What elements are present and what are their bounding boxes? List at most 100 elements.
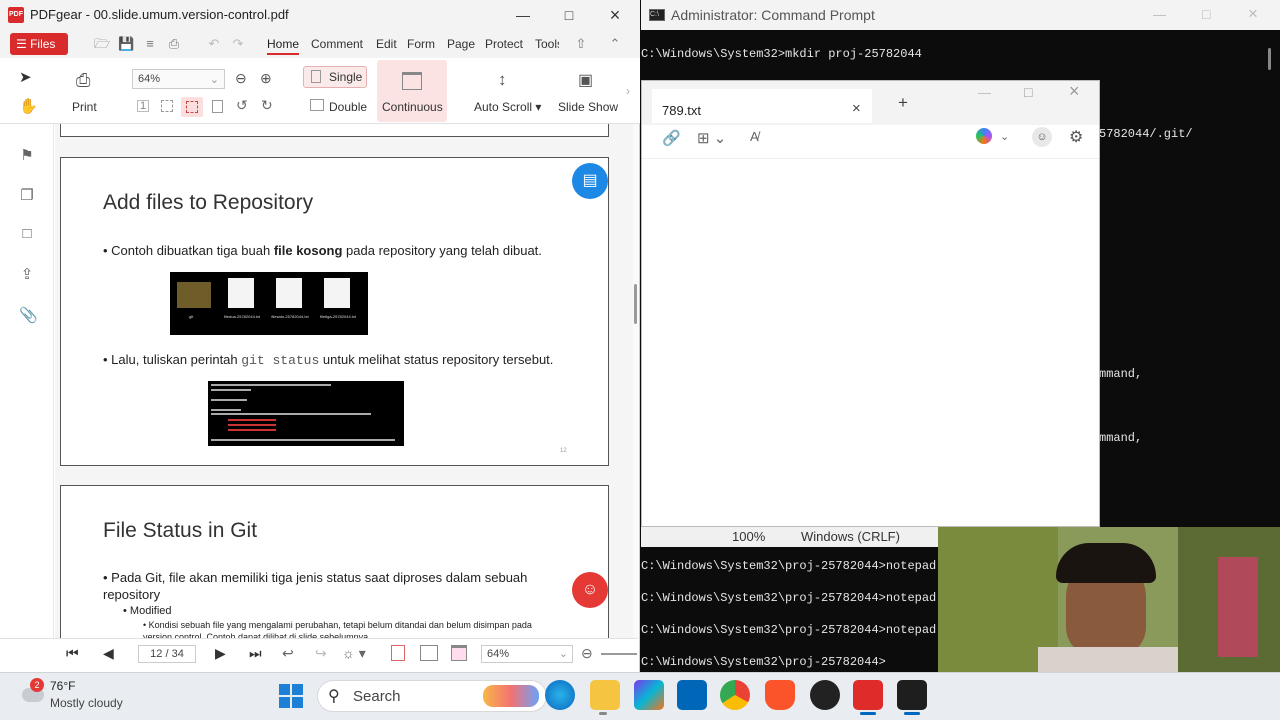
close-icon[interactable]: ×: [592, 0, 638, 30]
bookmark-icon[interactable]: ⚑: [19, 146, 35, 164]
edge-browser-icon[interactable]: [545, 680, 575, 710]
single-view-icon[interactable]: [391, 645, 405, 661]
rotate-left-icon[interactable]: ↺: [236, 97, 248, 114]
pdfgear-taskbar-icon[interactable]: [853, 680, 883, 710]
single-page-button[interactable]: Single: [303, 66, 367, 88]
taskbar-search-box[interactable]: ⚲ Search: [317, 680, 547, 712]
slide-bullet: • Pada Git, file akan memiliki tiga jeni…: [103, 570, 528, 602]
slide-show-icon[interactable]: ▣: [578, 70, 593, 90]
files-button[interactable]: ☰ Files: [10, 33, 68, 55]
settings-gear-icon[interactable]: ⚙: [1069, 127, 1083, 147]
actual-size-icon[interactable]: 1: [137, 100, 149, 112]
fit-width-icon[interactable]: [181, 97, 203, 117]
notepad-maximize-icon[interactable]: □: [1024, 84, 1032, 100]
slide-bullet: • Contoh dibuatkan tiga buah file kosong…: [103, 243, 542, 258]
zoom-out-icon[interactable]: ⊖: [235, 70, 247, 87]
table-icon[interactable]: ⊞ ⌄: [697, 129, 726, 147]
auto-scroll-icon[interactable]: ↕: [498, 70, 507, 90]
save-as-icon[interactable]: ≡: [142, 36, 158, 52]
open-folder-icon[interactable]: 🗁: [94, 36, 110, 52]
go-back-icon[interactable]: ↩: [282, 645, 294, 662]
hand-tool-icon[interactable]: ✋: [19, 97, 38, 115]
menu-protect[interactable]: Protect: [485, 37, 523, 51]
zoom-select[interactable]: 64% ⌄: [132, 69, 225, 89]
slide-show-label[interactable]: Slide Show: [558, 100, 618, 114]
notepad-minimize-icon[interactable]: —: [978, 85, 991, 100]
cmd-scrollbar[interactable]: [1267, 40, 1273, 520]
save-icon[interactable]: 💾: [118, 36, 134, 52]
notepad-editor[interactable]: [642, 159, 1099, 526]
new-tab-icon[interactable]: +: [898, 93, 908, 113]
notepad-tab[interactable]: 789.txt ×: [652, 89, 872, 123]
tab-close-icon[interactable]: ×: [852, 100, 861, 117]
brave-browser-icon[interactable]: [765, 680, 795, 710]
continuous-view-icon[interactable]: [451, 645, 467, 661]
menu-edit[interactable]: Edit: [376, 37, 397, 51]
document-area[interactable]: Add files to Repository • Contoh dibuatk…: [55, 124, 633, 638]
status-zoom-select[interactable]: 64% ⌄: [481, 645, 573, 663]
link-icon[interactable]: 🔗: [662, 129, 681, 147]
weather-widget[interactable]: 2: [22, 678, 46, 706]
start-windows-icon[interactable]: [279, 684, 303, 708]
go-forward-icon[interactable]: ↪: [315, 645, 327, 662]
cmd-output-line: mmand,: [1099, 431, 1143, 445]
cmd-minimize-icon[interactable]: —: [1153, 7, 1166, 22]
translate-icon[interactable]: ▤: [572, 163, 608, 199]
minimize-icon[interactable]: —: [500, 0, 546, 30]
previous-page-icon[interactable]: ◀: [103, 645, 114, 662]
cmd-maximize-icon[interactable]: □: [1202, 6, 1210, 22]
menu-comment[interactable]: Comment: [311, 37, 363, 51]
menu-page[interactable]: Page: [447, 37, 475, 51]
account-icon[interactable]: ☺: [1032, 127, 1052, 147]
zoom-slider[interactable]: [601, 653, 637, 655]
undo-icon[interactable]: ↶: [206, 36, 222, 52]
copilot-dropdown-icon[interactable]: ⌄: [1000, 130, 1009, 143]
microsoft-365-icon[interactable]: [634, 680, 664, 710]
last-page-icon[interactable]: ⏭: [249, 645, 262, 662]
share-icon[interactable]: ⇧: [573, 36, 589, 52]
fit-page-icon[interactable]: [161, 100, 173, 112]
continuous-button[interactable]: Continuous: [377, 60, 447, 122]
ai-assistant-icon[interactable]: ☺: [572, 572, 608, 608]
fit-visible-icon[interactable]: [212, 100, 223, 113]
weather-temp[interactable]: 76°F: [50, 679, 75, 693]
redo-icon[interactable]: ↷: [230, 36, 246, 52]
next-page-icon[interactable]: ▶: [215, 645, 226, 662]
menu-tools[interactable]: Tools: [535, 37, 559, 51]
double-page-icon[interactable]: [310, 99, 324, 111]
select-cursor-icon[interactable]: ➤: [19, 68, 32, 86]
thumbnails-icon[interactable]: ❐: [19, 186, 35, 204]
obs-studio-icon[interactable]: [810, 680, 840, 710]
clear-formatting-icon[interactable]: A̸: [750, 129, 759, 144]
zoom-in-icon[interactable]: ⊕: [260, 70, 272, 87]
file-explorer-icon[interactable]: [590, 680, 620, 710]
rotate-right-icon[interactable]: ↻: [261, 97, 273, 114]
chrome-icon[interactable]: [720, 680, 750, 710]
print-icon[interactable]: ⎙: [76, 70, 90, 91]
weather-desc[interactable]: Mostly cloudy: [50, 696, 123, 710]
attachment-icon[interactable]: 📎: [19, 306, 38, 324]
command-prompt-taskbar-icon[interactable]: [897, 680, 927, 710]
copilot-icon[interactable]: [976, 128, 992, 144]
brightness-icon[interactable]: ☼ ▾: [342, 645, 366, 662]
double-label[interactable]: Double: [329, 100, 367, 114]
print-small-icon[interactable]: ⎙: [166, 36, 182, 52]
cmd-prompt-line[interactable]: C:\Windows\System32\proj-25782044>: [641, 655, 886, 669]
print-label[interactable]: Print: [72, 100, 97, 114]
microsoft-store-icon[interactable]: [677, 680, 707, 710]
comments-icon[interactable]: □: [19, 225, 35, 243]
status-zoom-out-icon[interactable]: ⊖: [581, 645, 593, 662]
cmd-close-icon[interactable]: ×: [1248, 4, 1258, 24]
vertical-scrollbar[interactable]: [633, 124, 639, 638]
menu-form[interactable]: Form: [407, 37, 435, 51]
double-view-icon[interactable]: [420, 645, 438, 661]
export-icon[interactable]: ⇪: [19, 265, 35, 283]
menu-home[interactable]: Home: [267, 37, 300, 55]
auto-scroll-button[interactable]: Auto Scroll ▾: [474, 100, 541, 114]
first-page-icon[interactable]: ⏮: [66, 645, 79, 662]
ribbon-scroll-right-icon[interactable]: ›: [626, 84, 630, 98]
page-number-input[interactable]: 12 / 34: [138, 645, 196, 663]
notepad-close-icon[interactable]: ×: [1069, 81, 1080, 102]
maximize-icon[interactable]: □: [546, 0, 592, 30]
collapse-ribbon-icon[interactable]: ⌃: [607, 36, 623, 52]
